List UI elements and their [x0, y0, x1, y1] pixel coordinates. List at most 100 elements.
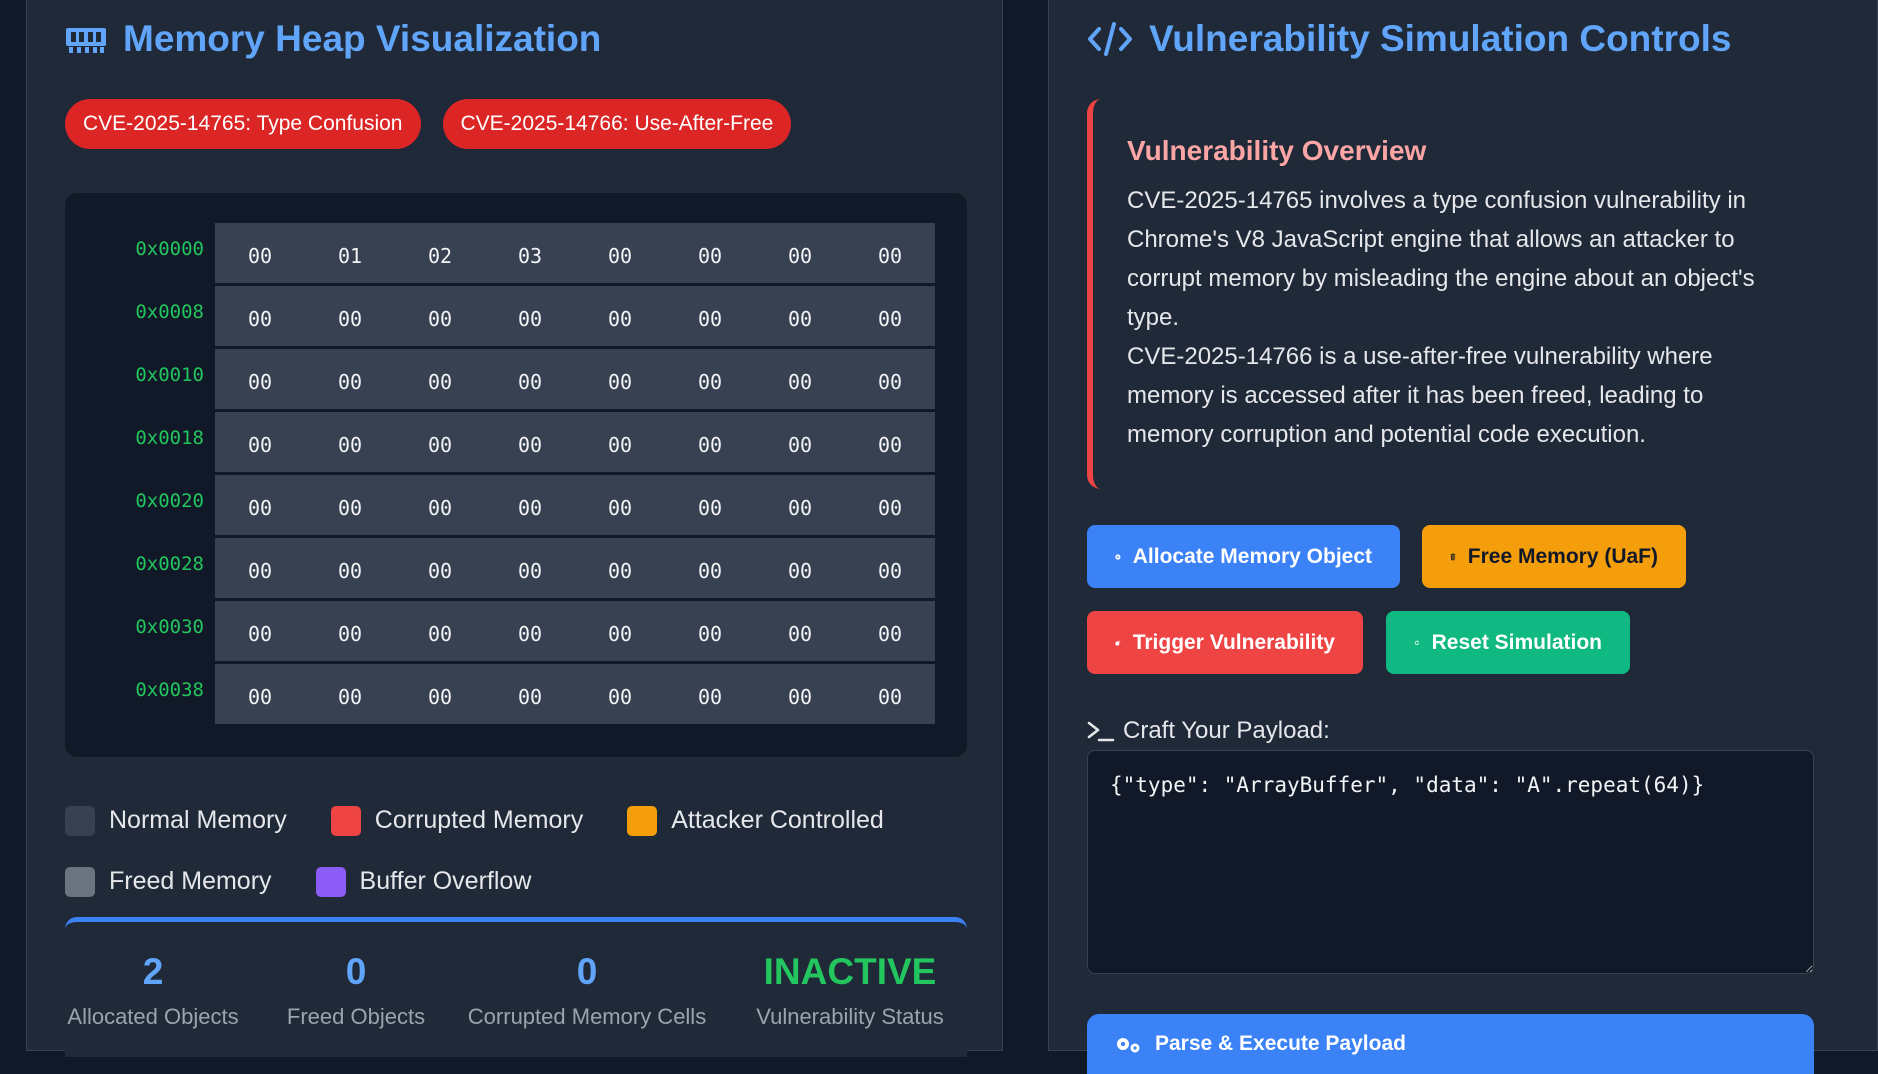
heap-cell: 00: [665, 427, 755, 457]
cve-tags: CVE-2025-14765: Type Confusion CVE-2025-…: [65, 99, 791, 149]
heap-cell: 00: [575, 679, 665, 709]
trash-icon: [1450, 546, 1456, 568]
heap-cell: 00: [575, 616, 665, 646]
stat-allocated-objects: 2 Allocated Objects: [65, 952, 241, 1030]
legend-corrupted-memory: Corrupted Memory: [331, 806, 583, 836]
heap-cell: 02: [395, 238, 485, 268]
trigger-vulnerability-button[interactable]: Trigger Vulnerability: [1087, 611, 1363, 674]
stat-value: 0: [467, 952, 707, 992]
heap-cell: 00: [845, 427, 935, 457]
memory-legend: Normal Memory Corrupted Memory Attacker …: [65, 790, 967, 912]
legend-swatch-corrupted: [331, 806, 361, 836]
heap-cell: 00: [395, 490, 485, 520]
heap-cell: 00: [575, 490, 665, 520]
heap-row: 0x00280000000000000000: [65, 538, 967, 598]
legend-label: Buffer Overflow: [360, 867, 532, 896]
memory-heap-grid: 0x000000010203000000000x0008000000000000…: [65, 193, 967, 757]
heap-cell: 00: [665, 490, 755, 520]
heap-cell: 00: [755, 427, 845, 457]
heap-cell: 00: [665, 238, 755, 268]
heap-cell: 00: [305, 490, 395, 520]
heap-cells: 0000000000000000: [215, 664, 935, 724]
heap-address: 0x0030: [65, 601, 210, 661]
heap-cell: 00: [485, 364, 575, 394]
heap-cell: 00: [755, 616, 845, 646]
heap-cells: 0000000000000000: [215, 412, 935, 472]
heap-cell: 00: [485, 301, 575, 331]
heap-cell: 00: [305, 427, 395, 457]
heap-cell: 00: [215, 490, 305, 520]
legend-freed-memory: Freed Memory: [65, 867, 272, 897]
heap-cells: 0000000000000000: [215, 475, 935, 535]
heap-row: 0x00080000000000000000: [65, 286, 967, 346]
heap-cell: 00: [665, 301, 755, 331]
reset-simulation-button[interactable]: Reset Simulation: [1386, 611, 1630, 674]
payload-label: Craft Your Payload:: [1087, 717, 1330, 745]
heap-cell: 00: [485, 490, 575, 520]
heap-cell: 00: [755, 679, 845, 709]
heap-cell: 00: [395, 553, 485, 583]
heap-address-label: 0x0000: [65, 223, 210, 275]
heap-address-label: 0x0030: [65, 601, 210, 653]
stat-value: INACTIVE: [755, 952, 945, 992]
heap-cell: 00: [665, 553, 755, 583]
payload-textarea[interactable]: {"type": "ArrayBuffer", "data": "A".repe…: [1087, 750, 1814, 974]
button-label: Allocate Memory Object: [1133, 545, 1372, 569]
stat-value: 2: [65, 952, 241, 992]
heap-cell: 00: [485, 616, 575, 646]
button-label: Trigger Vulnerability: [1133, 631, 1335, 655]
heap-cell: 00: [575, 301, 665, 331]
heap-cells: 0001020300000000: [215, 223, 935, 283]
heap-row: 0x00300000000000000000: [65, 601, 967, 661]
free-memory-button[interactable]: Free Memory (UaF): [1422, 525, 1686, 588]
heap-cell: 00: [305, 301, 395, 331]
heap-address-label: 0x0018: [65, 412, 210, 464]
button-label: Reset Simulation: [1432, 631, 1602, 655]
heap-title-text: Memory Heap Visualization: [123, 18, 601, 60]
heap-row: 0x00180000000000000000: [65, 412, 967, 472]
heap-row: 0x00000001020300000000: [65, 223, 967, 283]
heap-cell: 00: [215, 553, 305, 583]
memory-heap-panel: Memory Heap Visualization CVE-2025-14765…: [26, 0, 1003, 1051]
stat-label: Allocated Objects: [65, 1004, 241, 1030]
heap-panel-title: Memory Heap Visualization: [65, 18, 601, 60]
legend-label: Attacker Controlled: [671, 806, 884, 835]
heap-cell: 00: [755, 301, 845, 331]
heap-cell: 00: [395, 616, 485, 646]
heap-cell: 03: [485, 238, 575, 268]
heap-address: 0x0000: [65, 223, 210, 283]
legend-swatch-normal: [65, 806, 95, 836]
heap-cell: 00: [215, 616, 305, 646]
code-icon: [1087, 21, 1133, 57]
heap-cell: 00: [305, 679, 395, 709]
execute-payload-button[interactable]: Parse & Execute Payload: [1087, 1014, 1814, 1074]
rotate-icon: [1414, 633, 1420, 653]
heap-cells: 0000000000000000: [215, 538, 935, 598]
button-label: Parse & Execute Payload: [1155, 1032, 1406, 1056]
heap-cell: 00: [305, 553, 395, 583]
button-label: Free Memory (UaF): [1468, 545, 1658, 569]
heap-address: 0x0010: [65, 349, 210, 409]
bomb-icon: [1115, 632, 1121, 654]
allocate-memory-button[interactable]: Allocate Memory Object: [1087, 525, 1400, 588]
vulnerability-overview: Vulnerability Overview CVE-2025-14765 in…: [1087, 99, 1817, 489]
controls-panel-title: Vulnerability Simulation Controls: [1087, 18, 1731, 60]
heap-cell: 00: [845, 301, 935, 331]
legend-swatch-freed: [65, 867, 95, 897]
heap-cell: 00: [755, 238, 845, 268]
heap-cell: 00: [395, 301, 485, 331]
heap-cell: 00: [395, 427, 485, 457]
heap-cells: 0000000000000000: [215, 349, 935, 409]
heap-address-label: 0x0010: [65, 349, 210, 401]
stat-vulnerability-status: INACTIVE Vulnerability Status: [755, 952, 945, 1030]
memory-icon: [65, 24, 107, 54]
heap-cell: 00: [665, 679, 755, 709]
heap-address: 0x0038: [65, 664, 210, 724]
legend-swatch-overflow: [316, 867, 346, 897]
heap-cell: 00: [845, 490, 935, 520]
heap-cell: 00: [395, 679, 485, 709]
heap-cell: 00: [575, 553, 665, 583]
heap-address: 0x0028: [65, 538, 210, 598]
heap-address: 0x0008: [65, 286, 210, 346]
heap-cell: 00: [215, 364, 305, 394]
